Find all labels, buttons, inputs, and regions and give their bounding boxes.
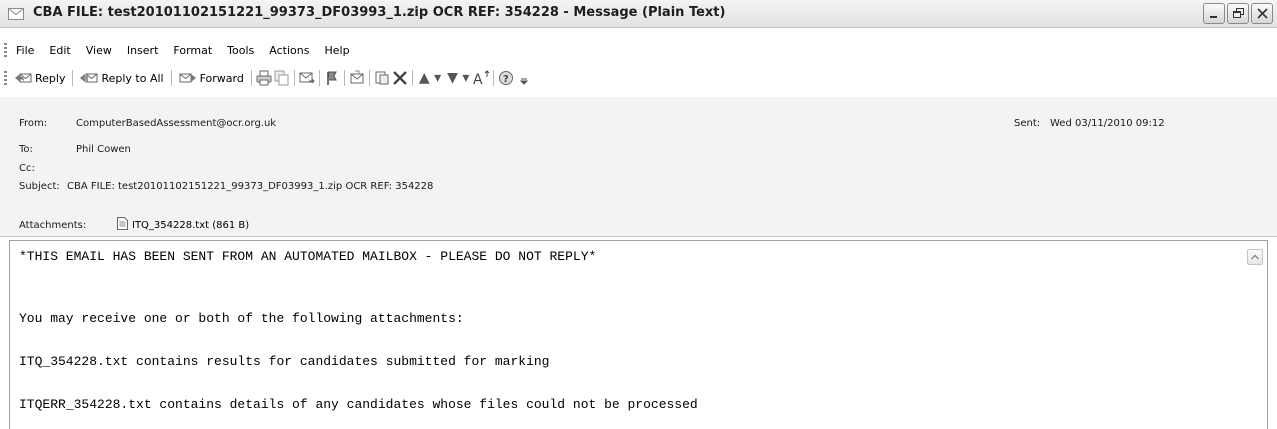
from-value[interactable]: ComputerBasedAssessment@ocr.org.uk	[76, 118, 276, 129]
body-line: *THIS EMAIL HAS BEEN SENT FROM AN AUTOMA…	[19, 249, 597, 264]
reply-all-button[interactable]: Reply to All	[76, 69, 167, 87]
menu-format[interactable]: Format	[167, 44, 221, 57]
menu-help[interactable]: Help	[318, 44, 358, 57]
menu-view[interactable]: View	[80, 44, 121, 57]
chevron-up-icon	[1251, 254, 1259, 260]
subject-label: Subject:	[19, 181, 60, 192]
toolbar-grip	[4, 71, 7, 85]
cc-label: Cc:	[19, 163, 35, 174]
toolbar-separator	[493, 70, 495, 86]
text-file-icon	[117, 217, 128, 233]
toolbar-separator	[343, 70, 345, 86]
minimize-button[interactable]	[1203, 3, 1225, 24]
close-button[interactable]	[1251, 3, 1273, 24]
menu-grip	[4, 43, 7, 57]
follow-up-flag-icon[interactable]	[323, 69, 341, 87]
title-bar: CBA FILE: test20101102151221_99373_DF039…	[0, 0, 1277, 28]
font-size-icon[interactable]: A	[472, 69, 490, 87]
svg-text:A: A	[473, 72, 483, 86]
menu-tools[interactable]: Tools	[221, 44, 263, 57]
reply-icon	[14, 69, 32, 87]
menu-actions[interactable]: Actions	[263, 44, 318, 57]
next-item-icon[interactable]: ▼ ▾	[444, 70, 472, 86]
subject-value: CBA FILE: test20101102151221_99373_DF039…	[67, 181, 434, 192]
toolbar-separator	[318, 70, 320, 86]
restore-button[interactable]	[1227, 3, 1249, 24]
forward-button[interactable]: Forward	[175, 69, 248, 87]
envelope-icon	[8, 8, 24, 20]
previous-item-icon[interactable]: ▲ ▾	[416, 70, 444, 86]
menu-edit[interactable]: Edit	[43, 44, 79, 57]
toolbar: Reply Reply to All Forward ▲ ▾ ▼ ▾ A ?	[0, 66, 1277, 90]
categorize-icon[interactable]	[348, 69, 366, 87]
body-line: ITQ_354228.txt contains results for cand…	[19, 354, 550, 369]
svg-text:?: ?	[503, 74, 509, 85]
attachments-label: Attachments:	[19, 220, 87, 231]
message-header: From: ComputerBasedAssessment@ocr.org.uk…	[0, 97, 1277, 237]
move-to-folder-icon[interactable]	[298, 69, 316, 87]
toolbar-separator	[170, 70, 172, 86]
forward-icon	[179, 69, 197, 87]
reply-all-icon	[80, 69, 98, 87]
toolbar-separator	[250, 70, 252, 86]
toolbar-separator	[368, 70, 370, 86]
body-line: You may receive one or both of the follo…	[19, 311, 464, 326]
menu-insert[interactable]: Insert	[121, 44, 168, 57]
reply-button[interactable]: Reply	[10, 69, 69, 87]
attachment-name: ITQ_354228.txt (861 B)	[132, 219, 250, 231]
to-label: To:	[19, 144, 33, 155]
message-options-icon[interactable]	[373, 69, 391, 87]
attachment-item[interactable]: ITQ_354228.txt (861 B)	[117, 217, 249, 233]
toolbar-separator	[72, 70, 74, 86]
message-text: *THIS EMAIL HAS BEEN SENT FROM AN AUTOMA…	[19, 249, 698, 412]
menu-bar: File Edit View Insert Format Tools Actio…	[0, 40, 1277, 60]
reply-all-label: Reply to All	[101, 71, 164, 85]
delete-icon[interactable]	[391, 69, 409, 87]
scroll-up-button[interactable]	[1247, 249, 1263, 265]
toolbar-options-icon[interactable]	[515, 69, 533, 87]
to-value[interactable]: Phil Cowen	[76, 144, 131, 155]
toolbar-separator	[411, 70, 413, 86]
reply-label: Reply	[35, 71, 66, 85]
forward-label: Forward	[199, 71, 244, 85]
window-controls	[1203, 3, 1273, 24]
copy-icon[interactable]	[273, 69, 291, 87]
message-body[interactable]: *THIS EMAIL HAS BEEN SENT FROM AN AUTOMA…	[9, 240, 1268, 429]
from-label: From:	[19, 118, 48, 129]
help-icon[interactable]: ?	[497, 69, 515, 87]
sent-value: Wed 03/11/2010 09:12	[1050, 118, 1165, 129]
menu-file[interactable]: File	[10, 44, 43, 57]
toolbar-separator	[293, 70, 295, 86]
print-icon[interactable]	[255, 69, 273, 87]
window-title: CBA FILE: test20101102151221_99373_DF039…	[33, 5, 726, 20]
sent-label: Sent:	[1014, 118, 1041, 129]
body-line: ITQERR_354228.txt contains details of an…	[19, 397, 698, 412]
